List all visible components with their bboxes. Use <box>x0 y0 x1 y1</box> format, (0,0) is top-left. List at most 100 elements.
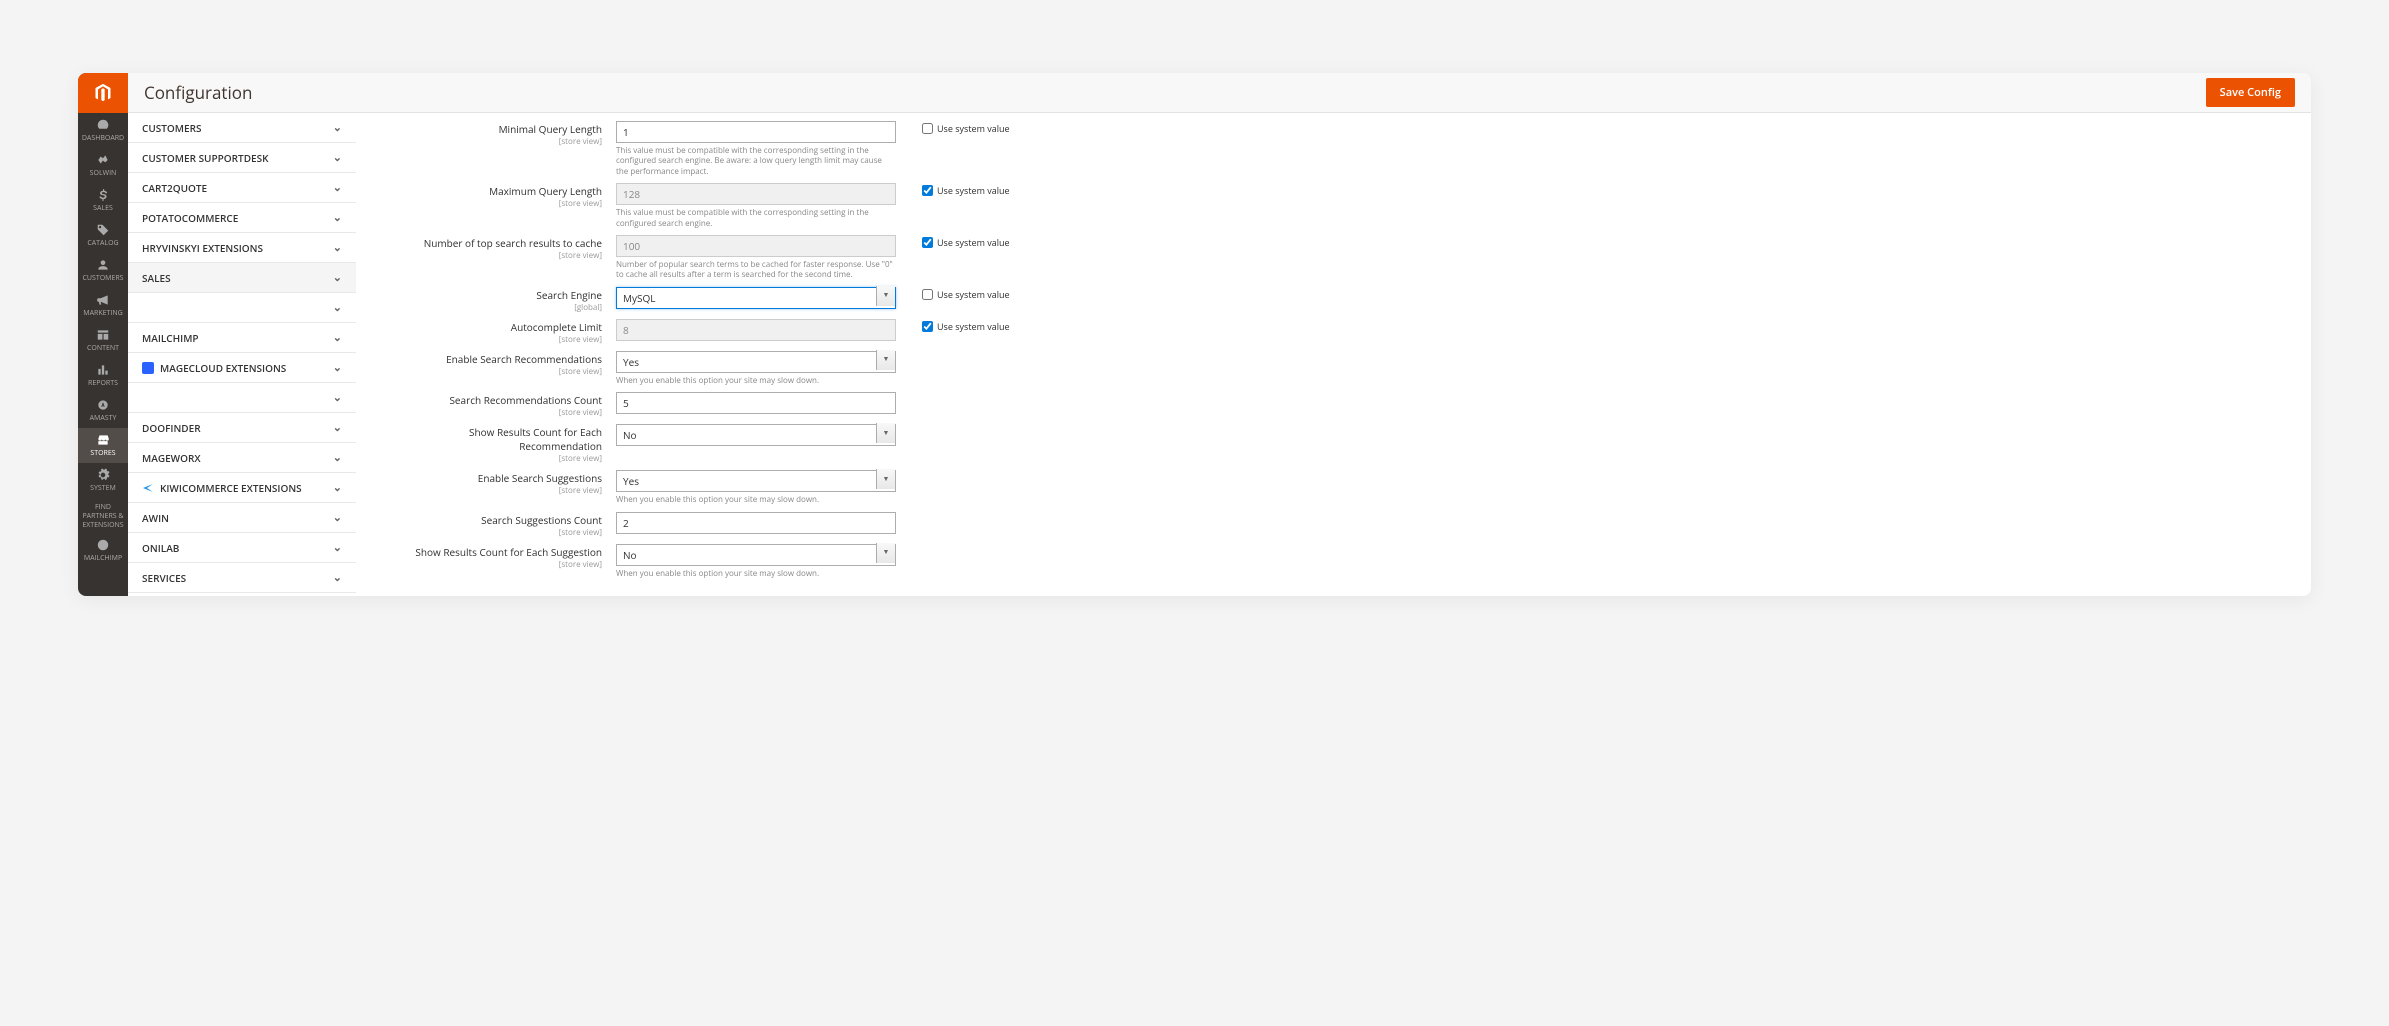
use-system-label[interactable]: Use system value <box>937 122 1010 135</box>
min_query-input[interactable] <box>616 121 896 143</box>
section-label: CART2QUOTE <box>142 181 207 195</box>
config-section-blank[interactable]: ⌄ <box>128 293 356 323</box>
field-control: Number of popular search terms to be cac… <box>616 233 896 281</box>
config-section-sales[interactable]: SALES⌄ <box>128 263 356 293</box>
nav-item-amasty[interactable]: AMASTY <box>78 393 128 428</box>
use-system-wrapper: Use system value <box>896 233 1036 249</box>
chevron-down-icon: ⌄ <box>333 540 342 555</box>
config-section-customers[interactable]: CUSTOMERS⌄ <box>128 113 356 143</box>
config-section-doofinder[interactable]: DOOFINDER⌄ <box>128 413 356 443</box>
chevron-down-icon: ⌄ <box>333 270 342 285</box>
use-system-label[interactable]: Use system value <box>937 236 1010 249</box>
nav-item-find-partners-extensions[interactable]: FIND PARTNERS & EXTENSIONS <box>78 498 128 533</box>
use-system-wrapper: Use system value <box>896 317 1036 333</box>
scope-text: [store view] <box>396 250 602 261</box>
field-control <box>616 510 896 534</box>
field-hint: This value must be compatible with the c… <box>616 146 896 177</box>
config-section-awin[interactable]: AWIN⌄ <box>128 503 356 533</box>
scope-text: [store view] <box>396 198 602 209</box>
config-section-kiwicommerce-extensions[interactable]: KIWICOMMERCE EXTENSIONS⌄ <box>128 473 356 503</box>
chevron-down-icon: ⌄ <box>333 570 342 585</box>
field-row-autocomplete: Autocomplete Limit[store view]Use system… <box>396 317 2251 345</box>
magecloud-icon <box>142 362 154 374</box>
config-section-magecloud-extensions[interactable]: MAGECLOUD EXTENSIONS⌄ <box>128 353 356 383</box>
tag-icon <box>96 223 110 237</box>
cache_results-use-system-checkbox[interactable] <box>922 237 933 248</box>
chevron-down-icon: ⌄ <box>333 510 342 525</box>
config-section-potatocommerce[interactable]: POTATOCOMMERCE⌄ <box>128 203 356 233</box>
save-config-button[interactable]: Save Config <box>2206 78 2295 107</box>
nav-item-system[interactable]: SYSTEM <box>78 463 128 498</box>
scope-text: [store view] <box>396 453 602 464</box>
nav-item-mailchimp[interactable]: MAILCHIMP <box>78 533 128 568</box>
recs_count-input[interactable] <box>616 392 896 414</box>
config-sections-nav: CUSTOMERS⌄CUSTOMER SUPPORTDESK⌄CART2QUOT… <box>128 113 356 596</box>
label-text: Minimal Query Length <box>396 122 602 136</box>
solwin-icon <box>96 153 110 167</box>
use-system-label[interactable]: Use system value <box>937 288 1010 301</box>
engine-select[interactable]: MySQL <box>616 287 896 309</box>
show_recs_count-select[interactable]: No <box>616 424 896 446</box>
field-row-show_sugg_count: Show Results Count for Each Suggestion[s… <box>396 542 2251 579</box>
nav-item-solwin[interactable]: SOLWIN <box>78 148 128 183</box>
nav-item-stores[interactable]: STORES <box>78 428 128 463</box>
config-section-hryvinskyi-extensions[interactable]: HRYVINSKYI EXTENSIONS⌄ <box>128 233 356 263</box>
label-text: Search Recommendations Count <box>396 393 602 407</box>
nav-item-dashboard[interactable]: DASHBOARD <box>78 113 128 148</box>
nav-label: REPORTS <box>88 379 118 388</box>
config-section-mailchimp[interactable]: MAILCHIMP⌄ <box>128 323 356 353</box>
nav-item-catalog[interactable]: CATALOG <box>78 218 128 253</box>
autocomplete-use-system-checkbox[interactable] <box>922 321 933 332</box>
field-control: YesWhen you enable this option your site… <box>616 349 896 386</box>
field-label: Search Suggestions Count[store view] <box>396 510 616 538</box>
use-system-label[interactable]: Use system value <box>937 320 1010 333</box>
show_sugg_count-select[interactable]: No <box>616 544 896 566</box>
enable_recs-select[interactable]: Yes <box>616 351 896 373</box>
field-control: MySQL <box>616 285 896 309</box>
nav-label: MAILCHIMP <box>84 554 122 563</box>
nav-item-content[interactable]: CONTENT <box>78 323 128 358</box>
config-section-onilab[interactable]: ONILAB⌄ <box>128 533 356 563</box>
use-system-label[interactable]: Use system value <box>937 184 1010 197</box>
cache_results-input <box>616 235 896 257</box>
field-label: Maximum Query Length[store view] <box>396 181 616 209</box>
use-system-wrapper: Use system value <box>896 181 1036 197</box>
admin-sidebar: DASHBOARD SOLWINSALESCATALOG CUSTOMERS MARK… <box>78 73 128 596</box>
chevron-down-icon: ⌄ <box>333 120 342 135</box>
sugg_count-input[interactable] <box>616 512 896 534</box>
nav-label: CUSTOMERS <box>83 274 124 283</box>
min_query-use-system-checkbox[interactable] <box>922 123 933 134</box>
nav-item-customers[interactable]: CUSTOMERS <box>78 253 128 288</box>
section-label: SERVICES <box>142 571 186 585</box>
config-section-blank[interactable]: ⌄ <box>128 383 356 413</box>
nav-item-reports[interactable]: REPORTS <box>78 358 128 393</box>
config-section-mageworx[interactable]: MAGEWORX⌄ <box>128 443 356 473</box>
page-title: Configuration <box>144 81 252 104</box>
config-section-cart-quote[interactable]: CART2QUOTE⌄ <box>128 173 356 203</box>
magento-logo[interactable] <box>78 73 128 113</box>
field-hint: When you enable this option your site ma… <box>616 569 896 579</box>
nav-item-marketing[interactable]: MARKETING <box>78 288 128 323</box>
nav-label: STORES <box>90 449 115 458</box>
nav-label: DASHBOARD <box>82 134 124 143</box>
config-section-customer-supportdesk[interactable]: CUSTOMER SUPPORTDESK⌄ <box>128 143 356 173</box>
nav-item-sales[interactable]: SALES <box>78 183 128 218</box>
section-label: CUSTOMER SUPPORTDESK <box>142 151 268 165</box>
field-control <box>616 390 896 414</box>
field-control: No <box>616 422 896 446</box>
chevron-down-icon: ⌄ <box>333 480 342 495</box>
section-label: MAGECLOUD EXTENSIONS <box>142 361 286 375</box>
dashboard-icon <box>96 118 110 132</box>
max_query-use-system-checkbox[interactable] <box>922 185 933 196</box>
app-window: DASHBOARD SOLWINSALESCATALOG CUSTOMERS MARK… <box>78 73 2311 596</box>
field-label: Search Recommendations Count[store view] <box>396 390 616 418</box>
field-label: Enable Search Recommendations[store view… <box>396 349 616 377</box>
label-text: Show Results Count for Each Recommendati… <box>396 425 602 453</box>
scope-text: [store view] <box>396 407 602 418</box>
dollar-icon <box>96 188 110 202</box>
engine-use-system-checkbox[interactable] <box>922 289 933 300</box>
field-control: YesWhen you enable this option your site… <box>616 468 896 505</box>
enable_sugg-select[interactable]: Yes <box>616 470 896 492</box>
chevron-down-icon: ⌄ <box>333 300 342 315</box>
config-section-services[interactable]: SERVICES ⌄ <box>128 563 356 593</box>
